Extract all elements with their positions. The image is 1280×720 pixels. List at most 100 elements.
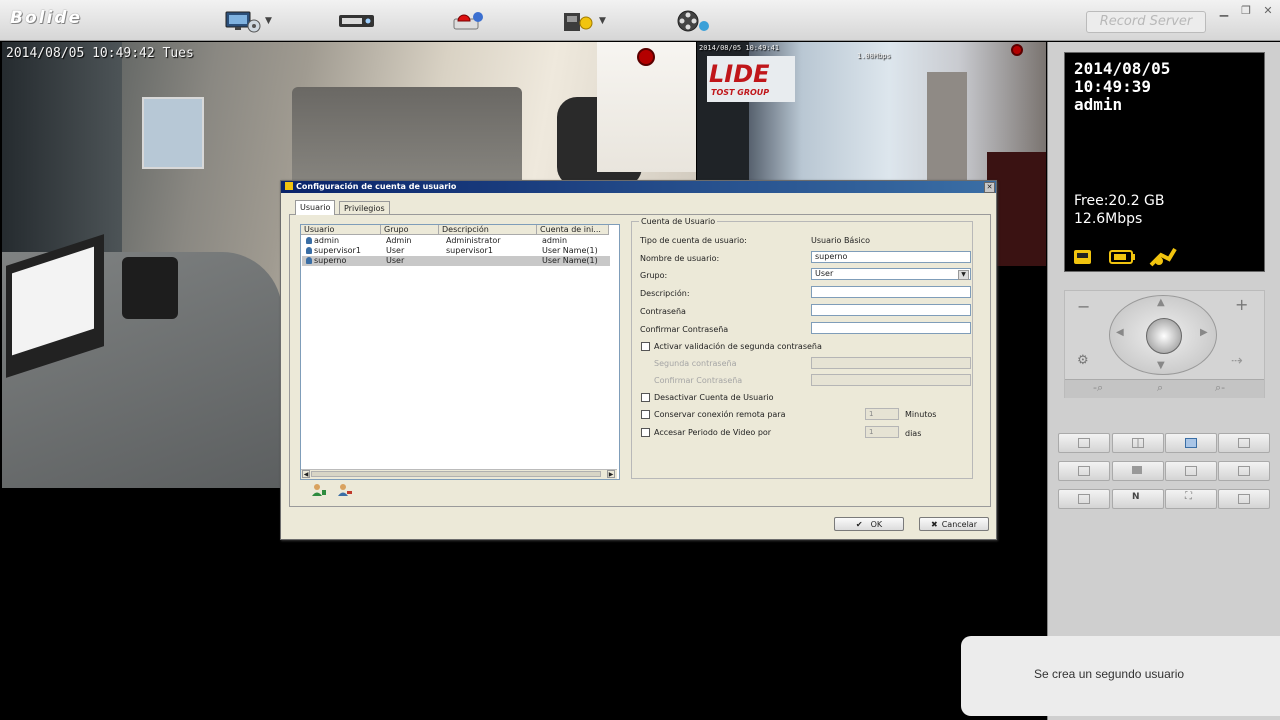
desk-phone [122, 257, 178, 319]
camera-2-bitrate: 1.00Mbps [857, 52, 891, 60]
ok-button[interactable]: ✔ OK [834, 517, 904, 531]
free-disk-space: Free:20.2 GB [1074, 193, 1165, 209]
tab-privilegios[interactable]: Privilegios [339, 201, 390, 215]
group-cell: User [386, 246, 405, 255]
ptz-center-button[interactable] [1146, 318, 1182, 354]
chevron-down-icon[interactable]: ▼ [599, 16, 606, 26]
table-row[interactable]: supervisor1 User supervisor1 User Name(1… [302, 246, 610, 256]
dvr-device-button[interactable] [338, 8, 376, 34]
next-page-button[interactable]: N [1112, 489, 1164, 509]
user-icon [306, 257, 312, 264]
layout-8-button[interactable] [1112, 461, 1164, 481]
info-date: 2014/08/05 [1074, 59, 1171, 78]
second-validation-checkbox[interactable] [641, 342, 650, 351]
table-row[interactable]: admin Admin Administrator admin [302, 236, 610, 246]
password-field[interactable] [811, 304, 971, 316]
layout-sequence-button[interactable] [1058, 489, 1110, 509]
sign-text: LIDE [709, 60, 770, 88]
close-icon[interactable]: ✕ [984, 182, 995, 193]
disable-account-checkbox[interactable] [641, 393, 650, 402]
toast-message: Se crea un segundo usuario [1034, 667, 1185, 681]
film-reel-icon [677, 10, 709, 32]
group-select[interactable]: User ▼ [811, 268, 971, 280]
recording-indicator-icon [637, 48, 655, 66]
keep-remote-checkbox[interactable] [641, 410, 650, 419]
fullscreen-button[interactable]: ⛶ [1165, 489, 1217, 509]
notification-toast: Se crea un segundo usuario [961, 636, 1280, 716]
ptz-up-icon[interactable]: ▲ [1157, 297, 1165, 308]
recording-indicator-icon [1011, 44, 1023, 56]
account-type-label: Tipo de cuenta de usuario: [640, 236, 747, 245]
ptz-down-icon[interactable]: ▼ [1157, 360, 1165, 371]
chevron-down-icon[interactable]: ▼ [958, 270, 969, 280]
record-server-button[interactable]: Record Server [1086, 11, 1206, 33]
ptz-direction-pad[interactable]: ▲ ▼ ◀ ▶ [1109, 295, 1217, 375]
user-list[interactable]: Usuario Grupo Descripción Cuenta de ini.… [300, 224, 620, 480]
layout-4-button[interactable] [1112, 433, 1164, 453]
dialog-title-bar[interactable]: Configuración de cuenta de usuario [281, 181, 996, 193]
access-period-input[interactable]: 1 [865, 426, 899, 438]
zoom-out-icon[interactable]: − [1077, 297, 1090, 316]
zoom-minus-icon[interactable]: -⌕ [1093, 381, 1103, 395]
layout-1-button[interactable] [1058, 433, 1110, 453]
layout-10-button[interactable] [1165, 461, 1217, 481]
account-cell: User Name(1) [542, 256, 598, 265]
delete-user-icon[interactable] [337, 483, 353, 497]
gear-icon[interactable]: ⚙ [1077, 353, 1089, 368]
network-status-icon [1149, 247, 1177, 267]
key-icon [285, 182, 293, 190]
column-header-usuario[interactable]: Usuario [301, 225, 381, 235]
dialog-title: Configuración de cuenta de usuario [296, 182, 457, 191]
minimize-icon[interactable]: ▁ [1216, 5, 1232, 17]
layout-16-button[interactable] [1218, 433, 1270, 453]
username-field[interactable]: superno [811, 251, 971, 263]
zoom-plus-icon[interactable]: ⌕- [1215, 381, 1225, 395]
scrollbar-thumb[interactable] [311, 471, 601, 477]
restore-icon[interactable]: ❐ [1238, 5, 1254, 17]
zoom-in-icon[interactable]: + [1235, 295, 1248, 314]
playback-button[interactable] [674, 8, 712, 34]
scroll-right-icon[interactable]: ▶ [607, 470, 615, 478]
camera-2-overlay: 2014/08/05 10:49:41 [699, 44, 780, 52]
layout-6-button[interactable] [1058, 461, 1110, 481]
screen-mode-button[interactable] [1218, 489, 1270, 509]
chevron-down-icon[interactable]: ▼ [265, 16, 272, 26]
description-field[interactable] [811, 286, 971, 298]
layout-9-button[interactable] [1165, 433, 1217, 453]
alarm-icon [453, 12, 483, 30]
column-header-grupo[interactable]: Grupo [381, 225, 439, 235]
account-type-value: Usuario Básico [811, 236, 871, 245]
arrow-right-icon[interactable]: ⇢ [1231, 353, 1243, 369]
cancel-icon: ✖ [931, 520, 938, 529]
folder-user-icon [564, 13, 593, 31]
close-icon[interactable]: ✕ [1260, 5, 1276, 17]
column-header-cuenta[interactable]: Cuenta de ini... [537, 225, 609, 235]
monitor-settings-button[interactable]: ▼ [224, 8, 272, 34]
second-password-field [811, 357, 971, 369]
layout-thirteen-icon [1238, 466, 1250, 476]
access-period-checkbox[interactable] [641, 428, 650, 437]
confirm-password-field[interactable] [811, 322, 971, 334]
layout-ten-icon [1185, 466, 1197, 476]
second-validation-label: Activar validación de segunda contraseña [654, 342, 822, 351]
tab-usuario[interactable]: Usuario [295, 200, 336, 215]
battery-status-icon [1109, 250, 1135, 264]
add-user-icon[interactable] [311, 483, 327, 497]
ptz-right-icon[interactable]: ▶ [1200, 327, 1208, 338]
ptz-left-icon[interactable]: ◀ [1116, 327, 1124, 338]
keep-remote-input[interactable]: 1 [865, 408, 899, 420]
layout-eight-icon [1132, 466, 1142, 474]
scroll-left-icon[interactable]: ◀ [302, 470, 310, 478]
user-name-cell: supervisor1 [306, 246, 361, 256]
ptz-control: − + ⚙ ⇢ ▲ ▼ ◀ ▶ -⌕ ⌕ ⌕- [1064, 290, 1265, 398]
layout-13-button[interactable] [1218, 461, 1270, 481]
description-label: Descripción: [640, 289, 690, 298]
horizontal-scrollbar[interactable]: ◀ ▶ [301, 469, 617, 479]
column-header-descripcion[interactable]: Descripción [439, 225, 537, 235]
table-row[interactable]: superno User User Name(1) [302, 256, 610, 266]
user-folder-button[interactable]: ▼ [562, 8, 606, 34]
cancel-button[interactable]: ✖ Cancelar [919, 517, 989, 531]
layout-single-icon [1078, 438, 1090, 448]
zoom-fit-icon[interactable]: ⌕ [1157, 381, 1163, 395]
alarm-button[interactable] [452, 8, 486, 34]
